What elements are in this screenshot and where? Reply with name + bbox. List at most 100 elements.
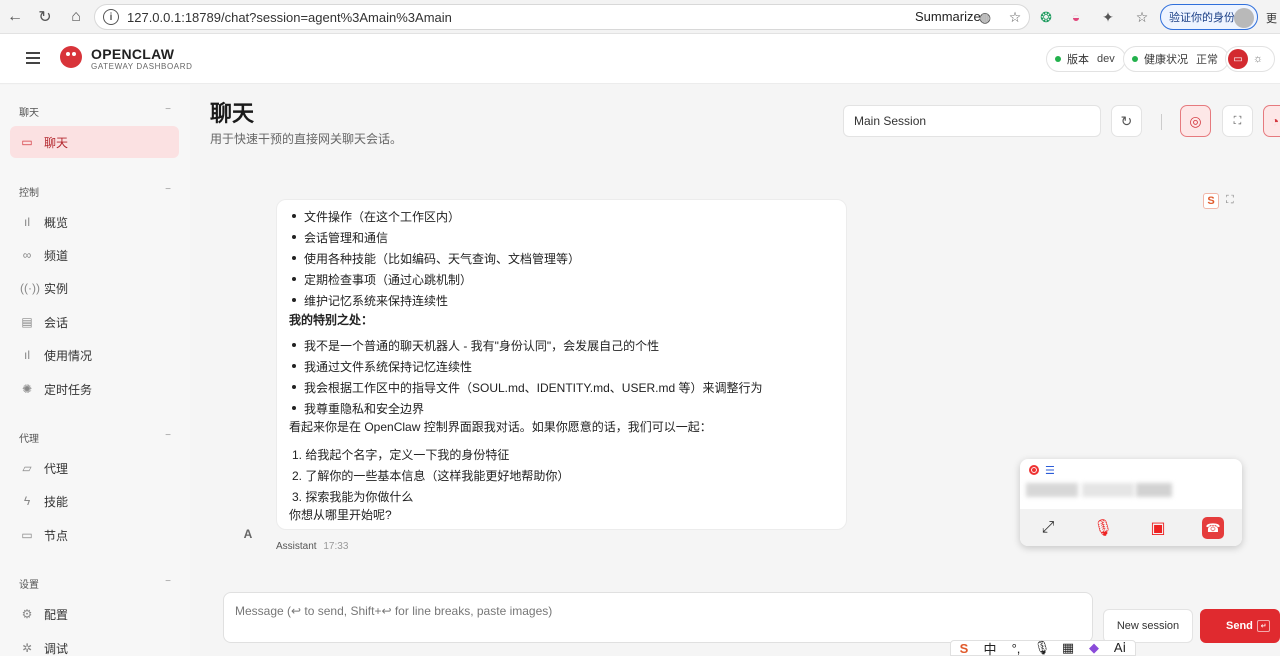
brand-name: OPENCLAW: [91, 46, 175, 62]
bar-chart-icon: ıl: [24, 348, 30, 362]
call-controls: ⤢ 🎙 ▣ ☎: [1020, 509, 1242, 546]
verify-identity-button[interactable]: 验证你的身份: [1160, 4, 1258, 30]
clock-icon: ◔: [1270, 113, 1280, 129]
enter-key-icon: ↵: [1257, 620, 1270, 632]
camera-off-icon[interactable]: ▣: [1147, 517, 1169, 539]
extension-green-icon[interactable]: ❂: [1036, 7, 1056, 27]
page-subtitle: 用于快速干预的直接网关聊天会话。: [210, 132, 403, 146]
new-session-button[interactable]: New session: [1103, 609, 1193, 643]
version-pill: 版本 dev: [1046, 46, 1126, 72]
bug-icon: ✲: [21, 641, 33, 655]
brain-icon: ◎: [1189, 112, 1202, 129]
reload-icon[interactable]: ↻: [30, 2, 60, 32]
hang-up-icon[interactable]: ☎: [1202, 517, 1224, 539]
ordered-item: 1. 给我起个名字，定义一下我的身份特征: [292, 448, 510, 462]
home-icon[interactable]: ⌂: [61, 2, 91, 32]
sidebar-item-debug[interactable]: ✲ 调试: [10, 632, 179, 656]
bullet-icon: [292, 343, 296, 347]
fullscreen-icon[interactable]: ⤢: [1037, 517, 1059, 539]
site-info-icon[interactable]: i: [103, 9, 119, 25]
sidebar-item-nodes[interactable]: ▭ 节点: [10, 519, 179, 551]
version-value: dev: [1097, 53, 1115, 65]
sender-name: Assistant: [276, 541, 317, 552]
extensions-icon[interactable]: ✦: [1098, 7, 1118, 27]
skin-icon[interactable]: ◆: [1081, 640, 1107, 656]
address-bar[interactable]: i 127.0.0.1:18789/chat?session=agent%3Am…: [94, 4, 1030, 30]
message-input[interactable]: Message (↩ to send, Shift+↩ for line bre…: [223, 592, 1093, 643]
link-icon: ∞: [22, 248, 32, 262]
summarize-icon[interactable]: ◍: [975, 7, 995, 27]
session-select[interactable]: Main Session: [843, 105, 1101, 137]
language-toggle[interactable]: 中: [977, 639, 1003, 656]
sidebar-item-cron[interactable]: ✺ 定时任务: [10, 373, 179, 405]
broadcast-icon: ((·)): [20, 281, 40, 295]
list-item: 我不是一个普通的聊天机器人 - 我有"身份认同"，会发展自己的个性: [304, 339, 660, 353]
back-icon[interactable]: ←: [0, 2, 30, 32]
ai-icon[interactable]: Aⅰ: [1107, 640, 1133, 656]
focus-button[interactable]: ⛶: [1222, 105, 1253, 137]
profile-avatar: [1234, 8, 1254, 28]
sidebar-item-config[interactable]: ⚙ 配置: [10, 598, 179, 630]
document-icon: ▤: [21, 315, 33, 329]
expand-icon[interactable]: ⛶: [1226, 194, 1234, 207]
section-chat[interactable]: 聊天 −: [19, 104, 171, 119]
assistant-message: 文件操作（在这个工作区内） 会话管理和通信 使用各种技能（比如编码、天气查询、文…: [276, 199, 847, 530]
theme-toggle[interactable]: ▭ ☼: [1225, 46, 1275, 72]
microphone-icon[interactable]: 🎙: [1029, 640, 1055, 656]
star-icon[interactable]: ☆: [1005, 7, 1025, 27]
brand-subtitle: GATEWAY DASHBOARD: [91, 62, 193, 71]
sogou-s-icon[interactable]: S: [1203, 193, 1219, 209]
sidebar-item-chat[interactable]: ▭ 聊天: [10, 126, 179, 158]
bullet-icon: [292, 364, 296, 368]
browser-toolbar: ← ↻ ⌂ i 127.0.0.1:18789/chat?session=age…: [0, 0, 1280, 34]
sidebar-item-channels[interactable]: ∞ 频道: [10, 239, 179, 271]
extension-pink-icon[interactable]: ◒: [1066, 7, 1086, 27]
verify-label: 验证你的身份: [1169, 12, 1235, 24]
list-item: 定期检查事项（通过心跳机制）: [304, 273, 473, 287]
health-value: 正常: [1196, 54, 1218, 66]
favorites-icon[interactable]: ☆: [1132, 7, 1152, 27]
message-heading: 我的特别之处：: [289, 313, 374, 327]
list-item: 我尊重隐私和安全边界: [304, 402, 425, 416]
message-meta: Assistant 17:33: [276, 541, 348, 552]
sidebar-item-overview[interactable]: ıl 概览: [10, 206, 179, 238]
refresh-button[interactable]: ↻: [1111, 105, 1142, 137]
blurred-text: [1136, 483, 1172, 497]
sidebar: 聊天 − ▭ 聊天 控制 − ıl 概览 ∞ 频道 ((·)) 实例 ▤ 会话 ıl 使用情况 …: [0, 85, 190, 656]
sidebar-item-skills[interactable]: ϟ 技能: [10, 485, 179, 517]
send-label: Send: [1226, 620, 1253, 632]
send-button[interactable]: Send ↵: [1200, 609, 1280, 643]
mute-mic-icon[interactable]: 🎙: [1092, 517, 1114, 539]
list-item: 我通过文件系统保持记忆连续性: [304, 360, 473, 374]
bullet-icon: [292, 256, 296, 260]
divider: [1161, 114, 1162, 130]
status-dot-icon: [1055, 56, 1061, 62]
bullet-icon: [292, 385, 296, 389]
thinking-toggle-button[interactable]: ◎: [1180, 105, 1211, 137]
summarize-button[interactable]: Summarize: [915, 9, 981, 24]
bullet-icon: [292, 406, 296, 410]
keyboard-icon[interactable]: ▦: [1055, 640, 1081, 656]
url-text: 127.0.0.1:18789/chat?session=agent%3Amai…: [127, 9, 452, 25]
clock-button[interactable]: ◔: [1263, 105, 1280, 137]
version-label: 版本: [1067, 54, 1089, 66]
sidebar-item-sessions[interactable]: ▤ 会话: [10, 306, 179, 338]
sidebar-item-agents[interactable]: ▱ 代理: [10, 452, 179, 484]
status-dot-icon: [1132, 56, 1138, 62]
more-menu[interactable]: 更: [1266, 10, 1277, 26]
health-label: 健康状况: [1144, 54, 1188, 66]
gear-icon: ⚙: [21, 607, 33, 621]
sidebar-item-usage[interactable]: ıl 使用情况: [10, 339, 179, 371]
sidebar-item-instances[interactable]: ((·)) 实例: [10, 272, 179, 304]
menu-icon[interactable]: [26, 52, 40, 64]
punctuation-icon[interactable]: °,: [1003, 641, 1029, 656]
message-paragraph: 看起来你是在 OpenClaw 控制界面跟我对话。如果你愿意的话，我们可以一起：: [289, 420, 712, 434]
blurred-text: [1082, 483, 1134, 497]
sogou-logo-icon[interactable]: S: [951, 641, 977, 656]
section-agents[interactable]: 代理 −: [19, 430, 171, 445]
folder-icon: ▱: [22, 461, 32, 475]
bullet-icon: [292, 214, 296, 218]
section-settings[interactable]: 设置 −: [19, 576, 171, 591]
call-overlay: ☰ ⤢ 🎙 ▣ ☎: [1020, 459, 1242, 546]
section-control[interactable]: 控制 −: [19, 184, 171, 199]
